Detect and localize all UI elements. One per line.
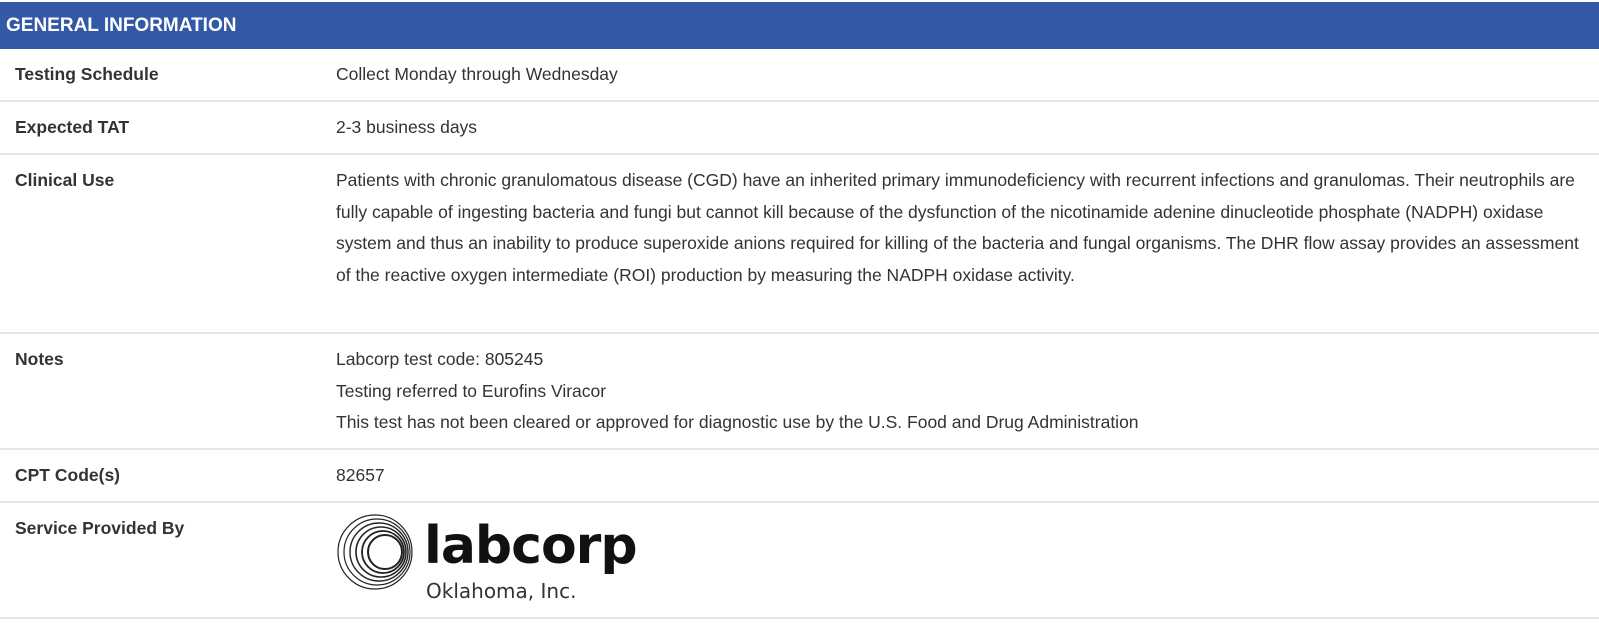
labcorp-wordmark: labcorp	[424, 516, 638, 576]
labcorp-logo: labcorp Oklahoma, Inc.	[336, 513, 638, 608]
note-line: This test has not been cleared or approv…	[336, 412, 1139, 432]
row-label: Expected TAT	[15, 117, 130, 137]
row-label: CPT Code(s)	[15, 465, 120, 485]
row-label: Testing Schedule	[15, 64, 159, 84]
labcorp-subtitle: Oklahoma, Inc.	[426, 579, 577, 603]
general-information-panel: GENERAL INFORMATION Testing Schedule Col…	[0, 2, 1599, 619]
row-expected-tat: Expected TAT 2-3 business days	[0, 102, 1599, 155]
row-notes: Notes Labcorp test code: 805245 Testing …	[0, 334, 1599, 450]
row-cpt-codes: CPT Code(s) 82657	[0, 450, 1599, 503]
row-value: Patients with chronic granulomatous dise…	[336, 170, 1579, 285]
row-label: Notes	[15, 349, 64, 369]
row-service-provided-by: Service Provided By labcorp Oklahoma, In…	[0, 503, 1599, 619]
service-logo-cell: labcorp Oklahoma, Inc.	[336, 513, 1599, 617]
row-value: 2-3 business days	[336, 117, 478, 137]
row-label: Service Provided By	[15, 518, 185, 538]
row-testing-schedule: Testing Schedule Collect Monday through …	[0, 49, 1599, 102]
note-line: Testing referred to Eurofins Viracor	[336, 380, 607, 401]
note-line: Labcorp test code: 805245	[336, 349, 544, 369]
row-value: Collect Monday through Wednesday	[336, 64, 618, 84]
row-clinical-use: Clinical Use Patients with chronic granu…	[0, 155, 1599, 334]
panel-title: GENERAL INFORMATION	[6, 14, 237, 36]
labcorp-rings-logo-icon	[337, 514, 413, 590]
panel-header: GENERAL INFORMATION	[0, 2, 1599, 49]
row-label: Clinical Use	[15, 170, 115, 190]
notes-list: Labcorp test code: 805245 Testing referr…	[336, 344, 1599, 448]
row-value: 82657	[336, 465, 385, 485]
